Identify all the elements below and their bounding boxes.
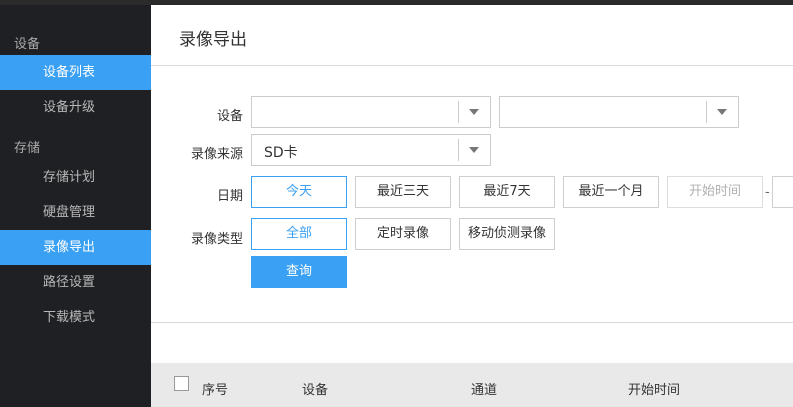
chevron-down-icon bbox=[458, 101, 490, 123]
page-title: 录像导出 bbox=[179, 30, 247, 50]
column-header-device: 设备 bbox=[302, 383, 329, 398]
type-motion-detection-button[interactable]: 移动侦测录像 bbox=[459, 218, 555, 250]
column-header-start-time: 开始时间 bbox=[628, 383, 681, 398]
sidebar-item-storage-plan[interactable]: 存储计划 bbox=[0, 160, 151, 195]
date-last-3-days-button[interactable]: 最近三天 bbox=[355, 176, 451, 208]
query-button[interactable]: 查询 bbox=[251, 256, 347, 288]
record-source-select[interactable]: SD卡 bbox=[251, 134, 491, 166]
sidebar: 设备 设备列表 设备升级 存储 存储计划 硬盘管理 录像导出 路径设置 下载模式 bbox=[0, 5, 151, 407]
date-last-month-button[interactable]: 最近一个月 bbox=[563, 176, 659, 208]
device-select-primary[interactable] bbox=[251, 96, 491, 128]
main-panel: 录像导出 设备 录像来源 SD卡 日期 今天 最近三天 最近7天 最近一个月 开… bbox=[151, 5, 793, 407]
sidebar-item-record-export[interactable]: 录像导出 bbox=[0, 230, 151, 265]
chevron-down-icon bbox=[706, 101, 738, 123]
type-all-button[interactable]: 全部 bbox=[251, 218, 347, 250]
end-time-input[interactable] bbox=[772, 176, 793, 208]
sidebar-item-path-settings[interactable]: 路径设置 bbox=[0, 265, 151, 300]
device-select-channel[interactable] bbox=[499, 96, 739, 128]
date-label: 日期 bbox=[216, 189, 243, 204]
sidebar-item-disk-management[interactable]: 硬盘管理 bbox=[0, 195, 151, 230]
sidebar-group-device: 设备 bbox=[14, 37, 41, 52]
device-label: 设备 bbox=[216, 109, 243, 124]
sidebar-group-storage: 存储 bbox=[14, 141, 41, 156]
table-header: 序号 设备 通道 开始时间 bbox=[151, 363, 793, 407]
record-type-label: 录像类型 bbox=[190, 232, 243, 247]
record-source-value: SD卡 bbox=[264, 145, 298, 161]
column-header-channel: 通道 bbox=[471, 383, 498, 398]
sidebar-item-download-mode[interactable]: 下载模式 bbox=[0, 300, 151, 335]
date-last-7-days-button[interactable]: 最近7天 bbox=[459, 176, 555, 208]
sidebar-item-device-upgrade[interactable]: 设备升级 bbox=[0, 90, 151, 125]
column-header-index: 序号 bbox=[202, 383, 229, 398]
sidebar-item-device-list[interactable]: 设备列表 bbox=[0, 55, 151, 90]
date-range-dash: - bbox=[765, 185, 770, 200]
chevron-down-icon bbox=[458, 139, 490, 161]
date-today-button[interactable]: 今天 bbox=[251, 176, 347, 208]
type-scheduled-button[interactable]: 定时录像 bbox=[355, 218, 451, 250]
select-all-checkbox[interactable] bbox=[174, 376, 189, 391]
title-divider bbox=[151, 65, 793, 66]
record-source-label: 录像来源 bbox=[190, 147, 243, 162]
section-divider bbox=[151, 322, 793, 323]
start-time-input[interactable]: 开始时间 bbox=[667, 176, 763, 208]
